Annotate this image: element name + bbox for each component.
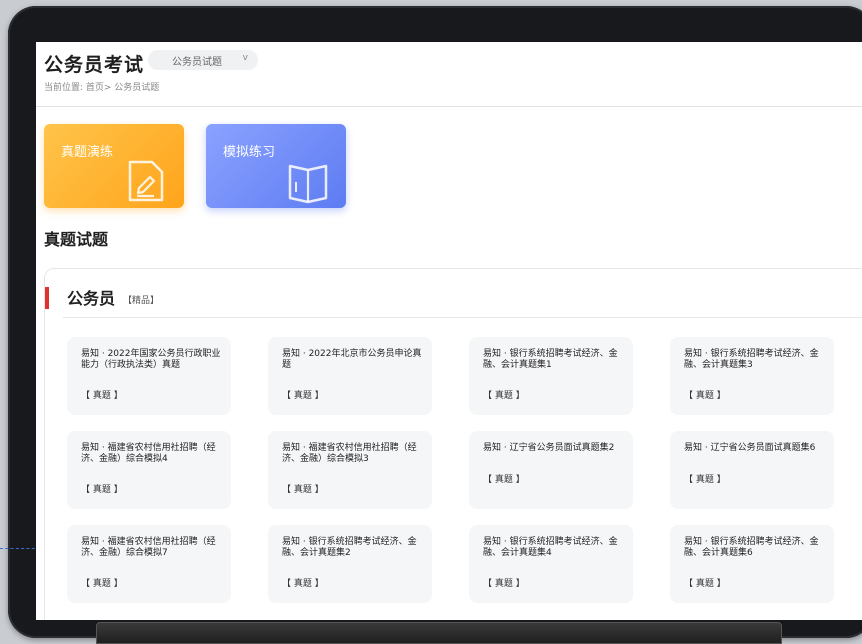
- exam-card-title: 易知 · 辽宁省公务员面试真题集6: [684, 443, 816, 453]
- exam-card-tag: 【 真题 】: [684, 391, 726, 401]
- exam-card-title: 易知 · 2022年北京市公务员申论真题: [282, 349, 422, 370]
- section-title: 真题试题: [44, 230, 109, 249]
- exam-card-tag: 【 真题 】: [81, 391, 123, 401]
- exam-card[interactable]: 易知 · 银行系统招聘考试经济、金融、会计真题集1 【 真题 】: [469, 337, 633, 415]
- chevron-down-icon: v: [242, 53, 248, 63]
- screen: 公务员考试 公务员试题 v 当前位置: 首页> 公务员试题 真题演练 模拟练习 …: [36, 42, 862, 620]
- guide-line: [0, 548, 40, 549]
- exam-card-tag: 【 真题 】: [483, 579, 525, 589]
- exam-card[interactable]: 易知 · 2022年国家公务员行政职业能力（行政执法类）真题 【 真题 】: [67, 337, 231, 415]
- exam-card[interactable]: 易知 · 福建省农村信用社招聘（经济、金融）综合模拟4 【 真题 】: [67, 431, 231, 509]
- device-stand: [96, 622, 782, 644]
- exam-card-title: 易知 · 福建省农村信用社招聘（经济、金融）综合模拟3: [282, 443, 417, 464]
- real-practice-label: 真题演练: [61, 145, 114, 160]
- breadcrumb: 当前位置: 首页> 公务员试题: [44, 83, 160, 93]
- panel-tag: 【精品】: [123, 296, 160, 306]
- category-select[interactable]: 公务员试题 v: [148, 50, 258, 70]
- real-practice-card[interactable]: 真题演练: [44, 124, 184, 208]
- panel-divider: [63, 317, 862, 318]
- exam-card-tag: 【 真题 】: [81, 579, 123, 589]
- exam-card-title: 易知 · 福建省农村信用社招聘（经济、金融）综合模拟7: [81, 537, 216, 558]
- exam-card[interactable]: 易知 · 银行系统招聘考试经济、金融、会计真题集4 【 真题 】: [469, 525, 633, 603]
- exam-card-tag: 【 真题 】: [282, 391, 324, 401]
- exam-card[interactable]: 易知 · 辽宁省公务员面试真题集6 【 真题 】: [670, 431, 834, 509]
- exam-card-title: 易知 · 辽宁省公务员面试真题集2: [483, 443, 615, 453]
- exam-card[interactable]: 易知 · 福建省农村信用社招聘（经济、金融）综合模拟7 【 真题 】: [67, 525, 231, 603]
- exam-card-title: 易知 · 银行系统招聘考试经济、金融、会计真题集6: [684, 537, 819, 558]
- exam-card[interactable]: 易知 · 2022年北京市公务员申论真题 【 真题 】: [268, 337, 432, 415]
- page-title: 公务员考试: [44, 54, 145, 76]
- exam-card-title: 易知 · 银行系统招聘考试经济、金融、会计真题集2: [282, 537, 417, 558]
- exam-card-tag: 【 真题 】: [483, 475, 525, 485]
- panel-accent-bar: [45, 287, 49, 309]
- exam-card-tag: 【 真题 】: [282, 485, 324, 495]
- header-divider: [36, 106, 862, 107]
- exam-card-title: 易知 · 福建省农村信用社招聘（经济、金融）综合模拟4: [81, 443, 216, 464]
- mock-practice-label: 模拟练习: [223, 145, 276, 160]
- exam-card-tag: 【 真题 】: [684, 475, 726, 485]
- exam-card-tag: 【 真题 】: [282, 579, 324, 589]
- document-edit-icon: [128, 160, 164, 202]
- category-select-value: 公务员试题: [172, 56, 222, 68]
- exam-card-tag: 【 真题 】: [684, 579, 726, 589]
- exam-card[interactable]: 易知 · 银行系统招聘考试经济、金融、会计真题集3 【 真题 】: [670, 337, 834, 415]
- exam-card-title: 易知 · 银行系统招聘考试经济、金融、会计真题集1: [483, 349, 618, 370]
- exam-card-title: 易知 · 银行系统招聘考试经济、金融、会计真题集4: [483, 537, 618, 558]
- exam-card-title: 易知 · 银行系统招聘考试经济、金融、会计真题集3: [684, 349, 819, 370]
- exam-card-tag: 【 真题 】: [81, 485, 123, 495]
- panel-title: 公务员: [67, 289, 116, 308]
- mock-practice-card[interactable]: 模拟练习: [206, 124, 346, 208]
- open-book-icon: [288, 164, 328, 204]
- exam-card[interactable]: 易知 · 银行系统招聘考试经济、金融、会计真题集2 【 真题 】: [268, 525, 432, 603]
- exam-card[interactable]: 易知 · 辽宁省公务员面试真题集2 【 真题 】: [469, 431, 633, 509]
- exam-card[interactable]: 易知 · 银行系统招聘考试经济、金融、会计真题集6 【 真题 】: [670, 525, 834, 603]
- exam-panel: 公务员 【精品】 易知 · 2022年国家公务员行政职业能力（行政执法类）真题 …: [44, 268, 862, 620]
- exam-card-tag: 【 真题 】: [483, 391, 525, 401]
- exam-card-title: 易知 · 2022年国家公务员行政职业能力（行政执法类）真题: [81, 349, 221, 370]
- exam-card[interactable]: 易知 · 福建省农村信用社招聘（经济、金融）综合模拟3 【 真题 】: [268, 431, 432, 509]
